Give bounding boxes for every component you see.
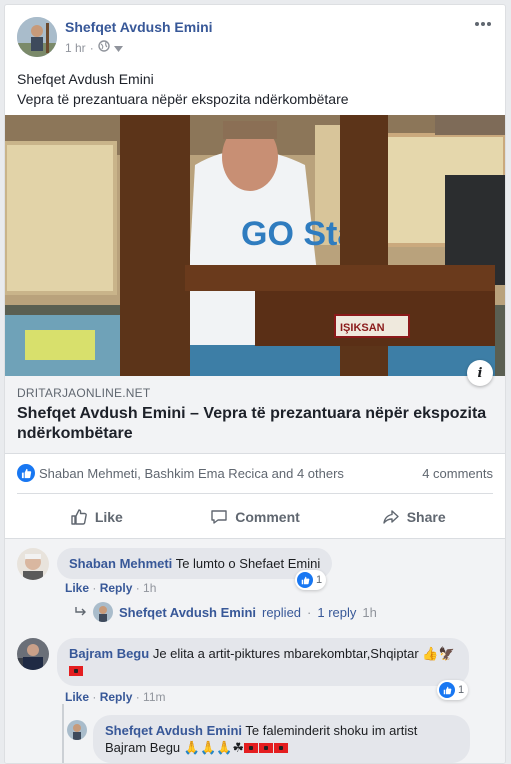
post-author-name[interactable]: Shefqet Avdush Emini	[65, 19, 213, 35]
reactions-summary: Shaban Mehmeti, Bashkim Ema Recica and 4…	[17, 460, 493, 486]
commenter-name[interactable]: Shaban Mehmeti	[69, 556, 172, 571]
like-reaction-icon	[439, 682, 455, 698]
post-photo[interactable]: GO Star IŞIKSAN	[5, 115, 505, 376]
stats-divider	[17, 493, 493, 494]
meta-separator: ·	[89, 40, 94, 55]
comment-reply-link[interactable]: Reply	[100, 690, 133, 704]
replied-time: 1h	[362, 604, 377, 620]
comments-count[interactable]: 4 comments	[422, 466, 493, 481]
reaction-count: 1	[458, 684, 465, 696]
comment-button[interactable]: Comment	[176, 497, 335, 537]
comment-time[interactable]: 1h	[143, 581, 156, 595]
share-label: Share	[406, 509, 446, 525]
commenter-avatar[interactable]	[17, 638, 49, 670]
easel-brand-label: IŞIKSAN	[340, 322, 385, 334]
reply-text: Te faleminderit shoku im artist	[245, 723, 418, 738]
post-card: Shefqet Avdush Emini 1 hr · Shefqet Avdu…	[4, 4, 506, 764]
link-domain: DRITARJAONLINE.NET	[17, 386, 151, 400]
likers-text[interactable]: Shaban Mehmeti, Bashkim Ema Recica and 4…	[39, 466, 344, 481]
eagle-emoji: 🦅	[438, 646, 455, 661]
praying-hands-emoji: 👍	[422, 646, 439, 661]
reply-thread-line	[62, 704, 64, 763]
comment-text: Je elita a artit-piktures mbarekombtar,S…	[152, 646, 419, 661]
like-reaction-icon	[17, 464, 35, 482]
author-avatar[interactable]	[17, 17, 57, 57]
comments-section: Shaban Mehmeti Te lumto o Shefaet Emini …	[5, 538, 505, 763]
reply-bubble: Shefqet Avdush Emini Te faleminderit sho…	[93, 715, 470, 763]
like-label: Like	[94, 509, 123, 525]
reaction-count: 1	[316, 574, 323, 586]
comment-reaction-count[interactable]: 1	[437, 680, 469, 700]
comment-actions: Like · Reply · 1h	[65, 581, 157, 595]
replied-separator: ·	[307, 604, 312, 620]
like-button[interactable]: Like	[17, 497, 176, 537]
albania-flag-emoji	[259, 743, 273, 753]
share-button[interactable]: Share	[334, 497, 493, 537]
link-preview[interactable]: DRITARJAONLINE.NET Shefqet Avdush Emini …	[5, 376, 505, 454]
globe-icon[interactable]	[97, 40, 110, 55]
comment-time[interactable]: 11m	[143, 690, 165, 704]
commenter-name[interactable]: Bajram Begu	[69, 646, 149, 661]
post-header: Shefqet Avdush Emini 1 hr ·	[17, 17, 493, 59]
view-replies-row[interactable]: Shefqet Avdush Emini replied · 1 reply 1…	[75, 602, 377, 622]
comment-reaction-count[interactable]: 1	[295, 570, 327, 590]
comment-bubble: Bajram Begu Je elita a artit-piktures mb…	[57, 638, 469, 686]
like-reaction-icon	[297, 572, 313, 588]
albania-flag-emoji	[244, 743, 258, 753]
comment-text: Te lumto o Shefaet Emini	[175, 556, 321, 571]
replied-label: replied	[262, 604, 302, 620]
albania-flag-emoji	[69, 666, 83, 676]
albania-flag-emoji	[274, 743, 288, 753]
clover-emoji: ☘	[232, 740, 244, 755]
post-text-line-1: Shefqet Avdush Emini	[17, 71, 154, 87]
comment-like-link[interactable]: Like	[65, 690, 89, 704]
commenter-avatar[interactable]	[17, 548, 49, 580]
reply-author-avatar[interactable]	[67, 720, 87, 740]
audience-chevron-icon[interactable]	[113, 41, 123, 55]
post-text-line-2: Vepra të prezantuara nëpër ekspozita ndë…	[17, 91, 349, 107]
action-bar: Like Comment Share	[17, 497, 493, 537]
praying-hands-emoji: 🙏🙏🙏	[183, 740, 233, 755]
replier-avatar	[93, 602, 113, 622]
post-text: Shefqet Avdush Emini Vepra të prezantuar…	[17, 69, 349, 109]
comment-bubble: Shaban Mehmeti Te lumto o Shefaet Emini	[57, 548, 333, 579]
replier-name: Shefqet Avdush Emini	[119, 604, 256, 620]
comment-label: Comment	[235, 509, 300, 525]
comment-reply-link[interactable]: Reply	[100, 581, 133, 595]
thumbs-up-icon	[71, 509, 87, 525]
reply-arrow-icon	[75, 607, 86, 616]
info-icon[interactable]: i	[467, 360, 493, 386]
post-meta: 1 hr ·	[65, 40, 123, 55]
reply-text-mention: Bajram Begu	[105, 740, 181, 755]
more-options-icon[interactable]	[473, 17, 493, 31]
comment-actions: Like · Reply · 11m	[65, 690, 166, 704]
link-title[interactable]: Shefqet Avdush Emini – Vepra të prezantu…	[17, 404, 497, 444]
comment-icon	[211, 510, 227, 524]
share-icon	[383, 510, 399, 524]
reply-count: 1 reply	[317, 604, 357, 620]
reply-author-name[interactable]: Shefqet Avdush Emini	[105, 723, 242, 738]
post-time[interactable]: 1 hr	[65, 41, 86, 55]
comment-like-link[interactable]: Like	[65, 581, 89, 595]
